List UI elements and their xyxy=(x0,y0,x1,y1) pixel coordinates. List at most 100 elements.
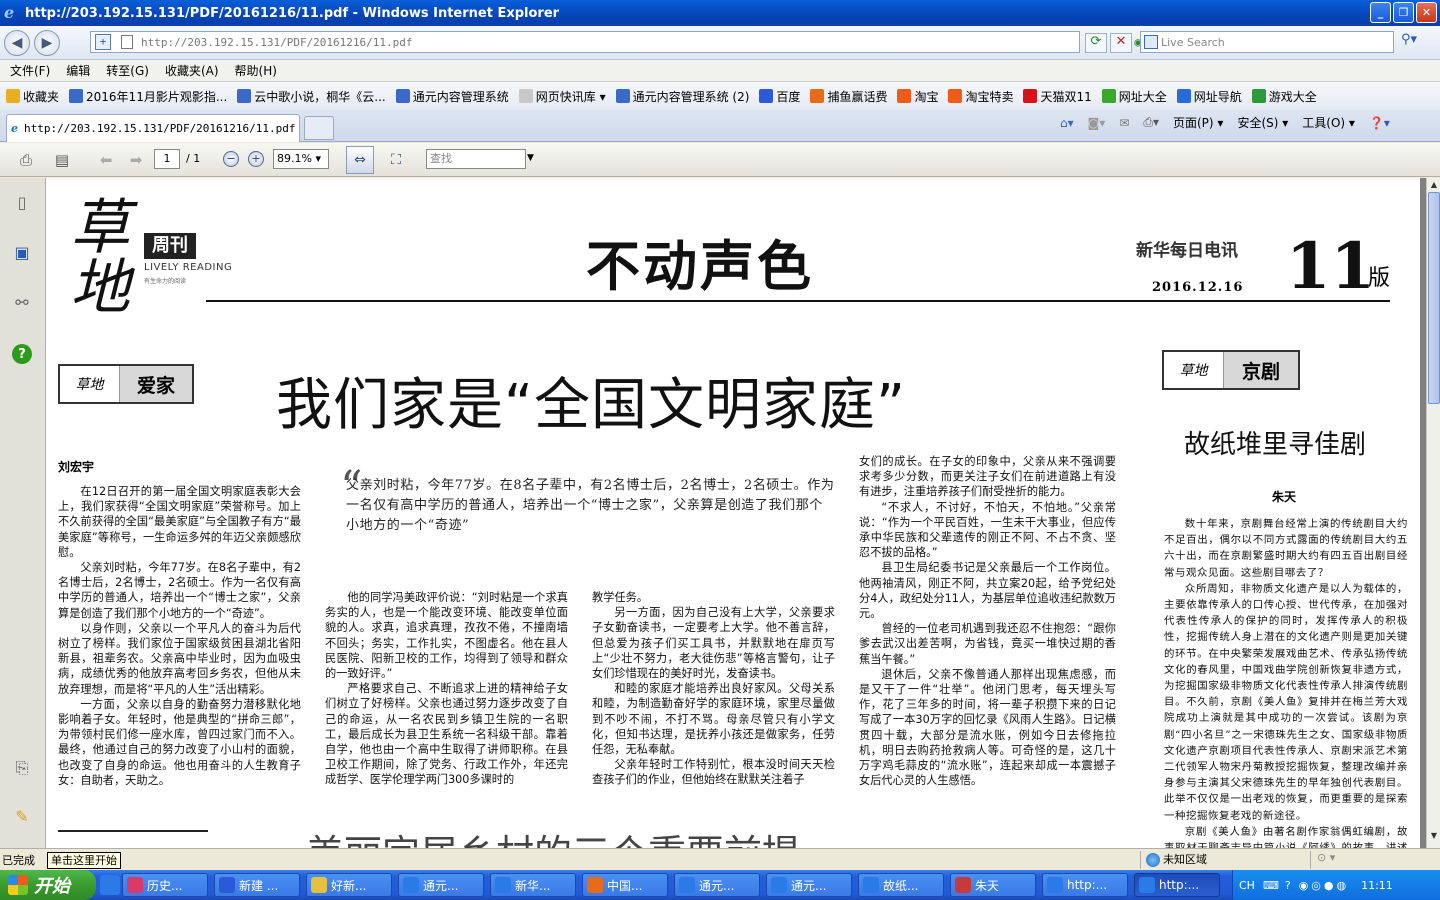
taskbar-button-label: 新华... xyxy=(515,878,551,893)
taskbar-button[interactable]: 新建 ... xyxy=(214,873,300,897)
zoom-value: 89.1% xyxy=(277,152,312,165)
article-column-4: 女们的成长。在子女的印象中，父亲从来不强调要求考多少分数，而更关注子女们在前进道… xyxy=(859,454,1116,794)
favorite-link[interactable]: 百度 xyxy=(759,88,800,105)
mail-icon[interactable]: ✉ xyxy=(1119,116,1129,130)
help-tray-icon[interactable]: ? xyxy=(1285,879,1291,892)
back-button[interactable]: ◀ xyxy=(4,29,30,56)
find-dropdown-icon[interactable]: ▼ xyxy=(527,153,534,163)
feeds-icon[interactable]: ◙▾ xyxy=(1088,116,1106,130)
prev-page-icon[interactable]: ⬅ xyxy=(94,149,118,171)
favorites-button[interactable]: 收藏夹 xyxy=(6,88,59,105)
close-button[interactable]: ✕ xyxy=(1416,2,1437,23)
scroll-thumb[interactable] xyxy=(1428,192,1440,404)
section-logo: 草地 xyxy=(60,366,120,402)
minimize-button[interactable]: _ xyxy=(1370,2,1391,23)
start-button[interactable]: 开始 xyxy=(0,870,96,900)
zoom-in-button[interactable]: + xyxy=(248,151,264,167)
favorite-link[interactable]: 网页快讯库 ▾ xyxy=(518,88,606,105)
save-icon[interactable]: ▤ xyxy=(50,149,74,171)
zoom-out-button[interactable]: − xyxy=(223,151,239,167)
stop-button[interactable]: ✕ xyxy=(1110,33,1132,53)
search-button[interactable]: ⚲▾ xyxy=(1398,32,1420,52)
favorite-link[interactable]: 2016年11月影片观影指... xyxy=(69,88,227,105)
paragraph: 一方面，父亲以自身的勤奋努力潜移默化地影响着子女。年轻时，他是典型的“拼命三郎”… xyxy=(58,697,301,787)
restore-button[interactable]: ❐ xyxy=(1393,2,1414,23)
favorite-link[interactable]: 淘宝特卖 xyxy=(948,88,1013,105)
safety-menu[interactable]: 安全(S) ▾ xyxy=(1237,114,1288,131)
favorite-link[interactable]: 通元内容管理系统 (2) xyxy=(615,88,749,105)
vertical-scrollbar[interactable]: ▲ ▼ xyxy=(1426,178,1440,848)
quicklaunch-ie-icon[interactable] xyxy=(100,875,120,895)
caodi-logo: 草地 xyxy=(70,193,130,323)
app-icon xyxy=(587,877,603,893)
next-page-icon[interactable]: ➡ xyxy=(124,149,148,171)
app-icon xyxy=(1139,877,1155,893)
search-input[interactable]: Live Search xyxy=(1140,31,1394,53)
print-icon[interactable]: ⎙▾ xyxy=(1143,115,1159,130)
zoom-status[interactable]: ⊙ ▾ xyxy=(1310,851,1390,869)
taskbar-button-label: 好新... xyxy=(331,878,367,893)
taskbar-button[interactable]: 通元... xyxy=(674,873,760,897)
favicon-icon xyxy=(897,89,912,103)
favorite-link[interactable]: 天猫双11 xyxy=(1023,88,1092,105)
taskbar-button[interactable]: http:... xyxy=(1134,873,1220,897)
zoom-input[interactable]: 89.1% ▾ xyxy=(273,149,329,169)
print-pdf-icon[interactable]: ⎙ xyxy=(14,149,38,171)
favorite-link[interactable]: 网址大全 xyxy=(1101,88,1167,105)
favicon-icon xyxy=(237,89,252,103)
new-tab-button[interactable] xyxy=(304,116,334,140)
favorite-link[interactable]: 捕鱼赢话费 xyxy=(810,88,887,105)
forward-button[interactable]: ▶ xyxy=(34,29,60,56)
favorite-link[interactable]: 云中歌小说，桐华《云... xyxy=(237,88,386,105)
comments-icon[interactable]: ✎ xyxy=(10,804,34,828)
favorite-link[interactable]: 网址导航 xyxy=(1176,88,1242,105)
menu-file[interactable]: 文件(F) xyxy=(10,62,50,79)
home-icon[interactable]: ⌂▾ xyxy=(1060,116,1074,130)
pages-icon[interactable]: ▯ xyxy=(10,190,34,214)
favorite-link[interactable]: 淘宝 xyxy=(897,88,938,105)
scroll-down-icon[interactable]: ▼ xyxy=(1428,830,1440,842)
pdf-toolbar: ⎙ ▤ ⬅ ➡ 1 / 1 − + 89.1% ▾ ⇔ ⛶ 查找 ▼ xyxy=(0,143,1440,177)
address-url[interactable]: http://203.192.15.131/PDF/20161216/11.pd… xyxy=(141,36,413,49)
taskbar-button[interactable]: http:... xyxy=(1042,873,1128,897)
help-icon[interactable]: ❓▾ xyxy=(1369,116,1390,130)
bookmarks-icon[interactable]: ▣ xyxy=(10,240,34,264)
help-circle-icon[interactable]: ? xyxy=(12,344,32,364)
taskbar-button[interactable]: 中国... xyxy=(582,873,668,897)
menu-help[interactable]: 帮助(H) xyxy=(235,62,277,79)
fit-page-button[interactable]: ⛶ xyxy=(382,146,410,174)
attachment-icon[interactable]: ⎘ xyxy=(10,756,34,780)
address-bar[interactable]: + http://203.192.15.131/PDF/20161216/11.… xyxy=(90,31,1162,53)
pull-quote-text: 父亲刘时粘，今年77岁。在8名子辈中，有2名博士后，2名博士，2名硕士。作为一名… xyxy=(346,478,835,533)
tray-icons[interactable]: ◉◎●◍ xyxy=(1299,879,1349,892)
menu-goto[interactable]: 转至(G) xyxy=(106,62,149,79)
fit-width-button[interactable]: ⇔ xyxy=(346,146,374,174)
taskbar-button[interactable]: 通元... xyxy=(766,873,852,897)
taskbar-button[interactable]: 新华... xyxy=(490,873,576,897)
menu-edit[interactable]: 编辑 xyxy=(66,62,90,79)
taskbar-button[interactable]: 朱天 xyxy=(950,873,1036,897)
page-menu-icon[interactable]: + xyxy=(95,34,111,50)
find-input[interactable]: 查找 xyxy=(426,149,526,169)
taskbar-button[interactable]: 故纸... xyxy=(858,873,944,897)
pdf-viewport[interactable]: 草地 周刊 LIVELY READING 有生命力的阅读 不动声色 新华每日电讯… xyxy=(46,178,1426,848)
favicon-icon xyxy=(615,89,630,103)
favorite-link[interactable]: 通元内容管理系统 xyxy=(395,88,509,105)
taskbar-button[interactable]: 通元... xyxy=(398,873,484,897)
page-number-input[interactable]: 1 xyxy=(154,149,180,169)
input-lang[interactable]: CH xyxy=(1239,879,1255,892)
system-tray: CH ⌨ ? ◉◎●◍ 11:11 xyxy=(1232,870,1440,900)
address-row: ◀ ▶ + http://203.192.15.131/PDF/20161216… xyxy=(0,26,1440,60)
taskbar-button[interactable]: 好新... xyxy=(306,873,392,897)
taskbar-button[interactable]: 历史... xyxy=(122,873,208,897)
window-titlebar: e http://203.192.15.131/PDF/20161216/11.… xyxy=(0,0,1440,26)
keyboard-icon[interactable]: ⌨ xyxy=(1263,879,1279,892)
menu-favorites[interactable]: 收藏夹(A) xyxy=(165,62,219,79)
tools-menu[interactable]: 工具(O) ▾ xyxy=(1302,114,1355,131)
refresh-button[interactable]: ⟳ xyxy=(1085,33,1107,53)
favorite-link[interactable]: 游戏大全 xyxy=(1251,88,1317,105)
tab-pdf[interactable]: e http://203.192.15.131/PDF/20161216/11.… xyxy=(6,114,300,142)
scroll-up-icon[interactable]: ▲ xyxy=(1428,179,1440,191)
page-menu[interactable]: 页面(P) ▾ xyxy=(1173,114,1223,131)
binoculars-icon[interactable]: ⚯ xyxy=(10,290,34,314)
